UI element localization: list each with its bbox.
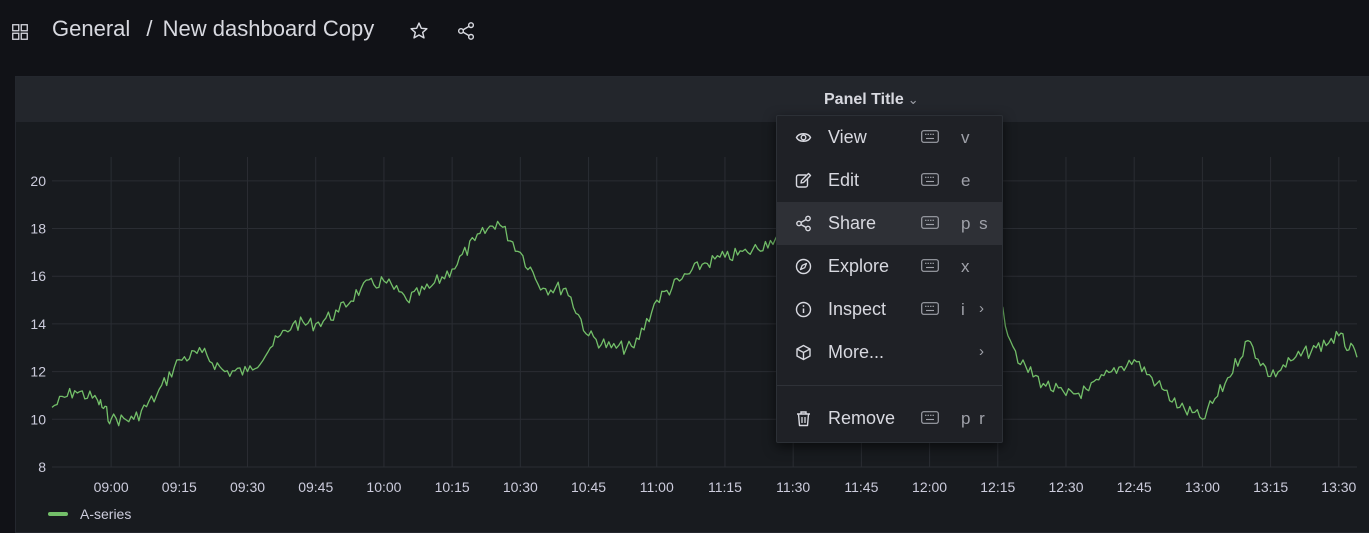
x-tick-label: 12:30 xyxy=(1048,479,1083,495)
keyboard-icon xyxy=(921,216,939,229)
x-tick-label: 11:30 xyxy=(776,479,810,495)
menu-item-shortcut: v xyxy=(961,128,972,147)
menu-item-label: Inspect xyxy=(828,299,887,319)
share-icon xyxy=(796,215,811,232)
y-tick-label: 8 xyxy=(38,459,46,475)
menu-item-label: Edit xyxy=(828,170,860,190)
menu-divider xyxy=(777,385,1002,386)
y-tick-label: 10 xyxy=(30,411,46,427)
x-tick-label: 09:00 xyxy=(94,479,129,495)
x-tick-label: 10:00 xyxy=(366,479,401,495)
x-tick-label: 13:15 xyxy=(1253,479,1288,495)
menu-item-shortcut: i xyxy=(961,300,967,319)
x-tick-label: 09:30 xyxy=(230,479,265,495)
trash-icon xyxy=(797,411,810,427)
compass-icon xyxy=(795,258,812,275)
chevron-right-icon: › xyxy=(979,300,984,317)
time-series-chart[interactable]: 8 10 12 14 16 18 20 09:00 09:15 09:30 09:45 10:00 10… xyxy=(0,0,1369,531)
x-tick-label: 12:00 xyxy=(912,479,947,495)
menu-item-shortcut: p s xyxy=(961,214,990,233)
menu-item-shortcut: x xyxy=(961,257,972,276)
menu-item-label: Share xyxy=(828,213,877,233)
menu-item-label: More... xyxy=(828,342,885,362)
keyboard-icon xyxy=(921,173,939,186)
y-tick-label: 18 xyxy=(30,221,46,237)
x-tick-label: 10:45 xyxy=(571,479,606,495)
x-tick-label: 09:45 xyxy=(298,479,333,495)
menu-item-shortcut: p r xyxy=(961,409,987,428)
x-tick-label: 13:30 xyxy=(1321,479,1356,495)
keyboard-icon xyxy=(921,411,939,424)
eye-icon xyxy=(795,133,812,142)
keyboard-icon xyxy=(921,130,939,143)
x-tick-label: 12:15 xyxy=(980,479,1015,495)
chart-legend[interactable]: A-series xyxy=(48,506,131,522)
pencil-icon xyxy=(795,172,812,188)
menu-item-label: Explore xyxy=(828,256,890,276)
x-tick-label: 11:45 xyxy=(844,479,878,495)
keyboard-icon xyxy=(921,302,939,315)
menu-item-label: View xyxy=(828,127,867,147)
x-tick-label: 10:30 xyxy=(503,479,538,495)
x-tick-label: 09:15 xyxy=(162,479,197,495)
x-tick-label: 11:00 xyxy=(640,479,674,495)
menu-item-share[interactable]: Share p s xyxy=(777,202,1002,245)
chevron-right-icon: › xyxy=(979,343,984,360)
legend-swatch xyxy=(48,512,68,516)
keyboard-icon xyxy=(921,259,939,272)
menu-item-label: Remove xyxy=(828,408,896,428)
menu-item-remove[interactable]: Remove p r xyxy=(777,397,1002,440)
panel-context-menu: View v Edit e Share p s Explore x Inspect i › More.… xyxy=(776,115,1003,443)
x-tick-label: 13:00 xyxy=(1185,479,1220,495)
x-tick-label: 11:15 xyxy=(708,479,742,495)
legend-label: A-series xyxy=(80,506,132,522)
cube-icon xyxy=(796,344,811,361)
y-tick-label: 20 xyxy=(30,173,46,189)
y-tick-label: 16 xyxy=(30,268,46,284)
menu-item-shortcut: e xyxy=(961,171,973,190)
menu-item-edit[interactable]: Edit e xyxy=(777,159,1002,202)
info-icon xyxy=(795,301,812,318)
y-tick-label: 14 xyxy=(30,316,46,332)
y-tick-label: 12 xyxy=(30,364,46,380)
menu-item-inspect[interactable]: Inspect i › xyxy=(777,288,1002,331)
x-tick-label: 10:15 xyxy=(435,479,470,495)
x-tick-label: 12:45 xyxy=(1117,479,1152,495)
menu-item-explore[interactable]: Explore x xyxy=(777,245,1002,288)
menu-item-view[interactable]: View v xyxy=(777,116,1002,159)
menu-item-more[interactable]: More... › xyxy=(777,331,1002,374)
